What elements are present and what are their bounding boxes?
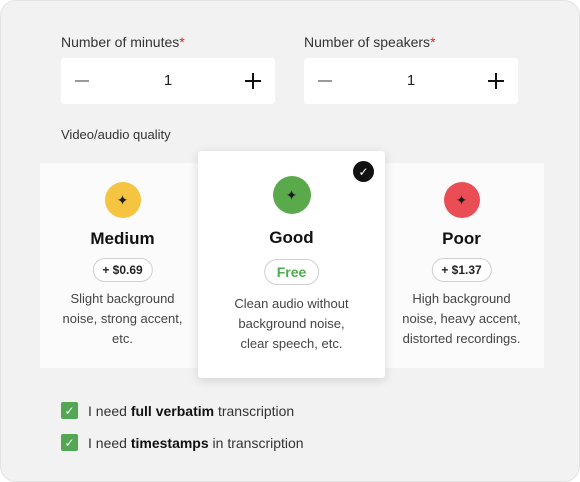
verbatim-option[interactable]: ✓ I need full verbatim transcription [61, 402, 294, 419]
option-title: Poor [442, 229, 481, 248]
minutes-value[interactable]: 1 [105, 72, 231, 89]
required-mark: * [430, 34, 436, 50]
minutes-stepper[interactable]: 1 [61, 58, 275, 104]
checkbox-checked-icon[interactable]: ✓ [61, 402, 78, 419]
minus-icon [75, 80, 89, 82]
sparkle-icon: ✦ [272, 176, 311, 214]
option-title: Medium [90, 229, 155, 248]
option-text: I need timestamps in transcription [88, 434, 304, 451]
timestamps-option[interactable]: ✓ I need timestamps in transcription [61, 434, 304, 451]
speakers-increment-button[interactable] [474, 58, 518, 104]
quality-option-medium[interactable]: ✦ Medium + $0.69 Slight background noise… [40, 163, 205, 368]
price-badge: Free [263, 259, 320, 285]
option-title: Good [269, 228, 314, 247]
option-description: Slight background noise, strong accent, … [62, 291, 183, 346]
checkbox-checked-icon[interactable]: ✓ [61, 434, 78, 451]
selected-check-icon: ✓ [353, 161, 374, 182]
speakers-stepper[interactable]: 1 [304, 58, 518, 104]
speakers-label: Number of speakers* [304, 34, 436, 50]
quality-option-poor[interactable]: ✦ Poor + $1.37 High background noise, he… [379, 163, 544, 368]
sparkle-icon: ✦ [104, 182, 141, 218]
speakers-decrement-button[interactable] [304, 58, 348, 104]
minutes-decrement-button[interactable] [61, 58, 105, 104]
price-badge: + $0.69 [92, 258, 153, 282]
quality-option-good[interactable]: ✓ ✦ Good Free Clean audio without backgr… [198, 151, 385, 378]
quality-label: Video/audio quality [61, 127, 171, 142]
minutes-increment-button[interactable] [231, 58, 275, 104]
price-badge: + $1.37 [431, 258, 492, 282]
speakers-value[interactable]: 1 [348, 72, 474, 89]
option-text: I need full verbatim transcription [88, 402, 295, 419]
minutes-label: Number of minutes* [61, 34, 185, 50]
transcription-options-panel: Number of minutes* 1 Number of speakers*… [0, 0, 580, 482]
option-description: High background noise, heavy accent, dis… [402, 291, 521, 346]
option-description: Clean audio without background noise, cl… [234, 296, 349, 351]
required-mark: * [179, 34, 185, 50]
minus-icon [318, 80, 332, 82]
sparkle-icon: ✦ [443, 182, 480, 218]
